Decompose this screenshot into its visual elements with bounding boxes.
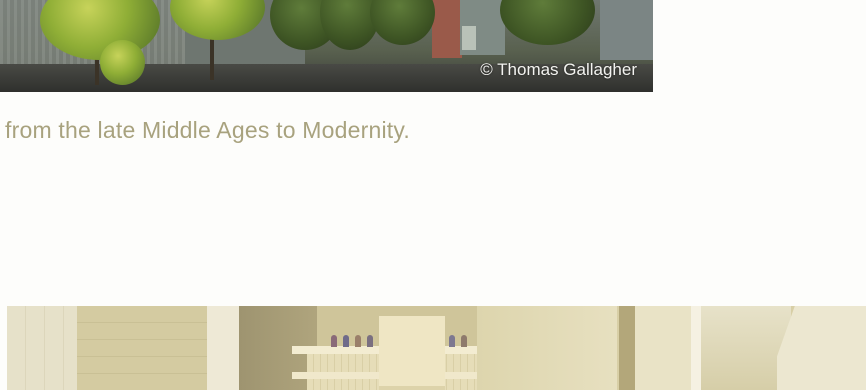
page: © Thomas Gallagher from the late Middle … <box>0 0 866 390</box>
courtyard-photo: © Thomas Gallagher <box>0 0 653 92</box>
body-text: from the late Middle Ages to Modernity. <box>5 117 410 143</box>
photo-credit: © Thomas Gallagher <box>480 60 637 79</box>
architecture-model-photo <box>7 306 866 390</box>
